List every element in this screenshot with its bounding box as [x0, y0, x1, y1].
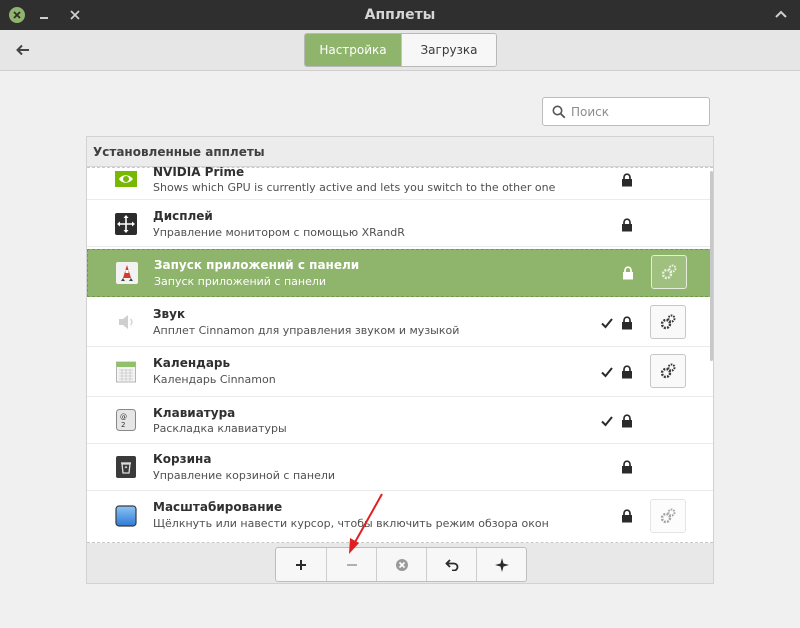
- window-title: Апплеты: [364, 7, 436, 23]
- tab-settings[interactable]: Настройка: [305, 34, 401, 66]
- sparkle-icon: [494, 557, 509, 572]
- tab-download[interactable]: Загрузка: [401, 34, 496, 66]
- speaker-icon: [115, 311, 137, 333]
- applet-description: Shows which GPU is currently active and …: [153, 181, 556, 194]
- checkmark-icon: [601, 318, 613, 329]
- lock-icon: [622, 509, 632, 523]
- lock-icon: [622, 460, 632, 474]
- applet-description: Управление корзиной с панели: [153, 469, 336, 482]
- list-header-label: Установленные апплеты: [93, 145, 265, 159]
- uninstall-applet-button[interactable]: [376, 548, 426, 581]
- restore-applets-button[interactable]: [426, 548, 476, 581]
- add-icon: [296, 559, 306, 570]
- display-icon: [115, 213, 137, 235]
- gear-icon: [660, 314, 676, 330]
- applet-name: Звук: [153, 307, 186, 321]
- back-button[interactable]: [12, 40, 34, 60]
- applet-row-trash[interactable]: Корзина Управление корзиной с панели: [87, 445, 713, 491]
- applet-row-scale[interactable]: Масштабирование Щёлкнуть или навести кур…: [87, 492, 713, 541]
- configure-button[interactable]: [651, 255, 687, 289]
- more-applets-button[interactable]: [476, 548, 526, 581]
- gear-icon: [660, 363, 676, 379]
- header-bar: Настройка Загрузка: [0, 30, 800, 71]
- nvidia-icon: [115, 168, 137, 190]
- applet-name: Запуск приложений с панели: [154, 258, 360, 272]
- list-header: Установленные апплеты: [87, 137, 713, 167]
- applet-description: Календарь Cinnamon: [153, 373, 276, 386]
- configure-button[interactable]: [650, 499, 686, 533]
- search-icon: [552, 105, 566, 119]
- applet-row-panel-launchers[interactable]: Запуск приложений с панели Запуск прилож…: [87, 249, 713, 297]
- applet-name: Корзина: [153, 452, 212, 466]
- scale-icon: [115, 505, 137, 527]
- remove-icon: [346, 563, 357, 566]
- applet-toolbar: [87, 543, 713, 583]
- chevron-up-icon: [775, 10, 787, 18]
- applet-description: Управление монитором с помощью XRandR: [153, 226, 405, 239]
- applet-description: Раскладка клавиатуры: [153, 422, 287, 435]
- close-circle-icon: [395, 558, 408, 571]
- applet-name: Календарь: [153, 356, 231, 370]
- applet-name: Дисплей: [153, 209, 213, 223]
- gear-icon: [660, 508, 676, 524]
- applet-list[interactable]: NVIDIA Prime Shows which GPU is currentl…: [87, 167, 713, 543]
- toolbar-button-group: [275, 547, 527, 582]
- lock-icon: [623, 266, 633, 280]
- checkmark-icon: [601, 416, 613, 427]
- undo-icon: [444, 558, 458, 571]
- trash-icon: [115, 456, 137, 478]
- applet-row-keyboard[interactable]: @2 Клавиатура Раскладка клавиатуры: [87, 398, 713, 444]
- applet-row-display[interactable]: Дисплей Управление монитором с помощью X…: [87, 201, 713, 247]
- checkmark-icon: [601, 367, 613, 378]
- keyboard-icon: @2: [115, 409, 137, 431]
- title-bar: Апплеты: [0, 0, 800, 30]
- lock-icon: [622, 365, 632, 379]
- arrow-left-icon: [16, 44, 29, 56]
- collapse-button[interactable]: [771, 5, 791, 25]
- configure-button[interactable]: [650, 354, 686, 388]
- lock-icon: [622, 218, 632, 232]
- search-box: [542, 97, 710, 126]
- applet-row-nvidia-prime[interactable]: NVIDIA Prime Shows which GPU is currentl…: [87, 167, 713, 200]
- applet-name: Клавиатура: [153, 406, 236, 420]
- gear-icon: [661, 264, 677, 280]
- scrollbar[interactable]: [710, 171, 713, 361]
- remove-applet-button[interactable]: [326, 548, 376, 581]
- lock-icon: [622, 173, 632, 187]
- applet-name: NVIDIA Prime: [153, 167, 245, 179]
- add-applet-button[interactable]: [276, 548, 326, 581]
- configure-button[interactable]: [650, 305, 686, 339]
- lock-icon: [622, 414, 632, 428]
- tab-switcher: Настройка Загрузка: [304, 33, 497, 67]
- launcher-icon: [116, 262, 138, 284]
- applet-description: Щёлкнуть или навести курсор, чтобы включ…: [153, 517, 549, 530]
- calendar-icon: [115, 361, 137, 383]
- svg-text:2: 2: [121, 421, 125, 429]
- search-input[interactable]: [571, 102, 703, 121]
- svg-text:@: @: [120, 413, 127, 421]
- applet-description: Запуск приложений с панели: [154, 275, 327, 288]
- applet-description: Апплет Cinnamon для управления звуком и …: [153, 324, 460, 337]
- applet-row-calendar[interactable]: Календарь Календарь Cinnamon: [87, 348, 713, 397]
- installed-applets-panel: Установленные апплеты NVIDIA Prime Shows…: [86, 136, 714, 584]
- applet-row-sound[interactable]: Звук Апплет Cinnamon для управления звук…: [87, 299, 713, 347]
- lock-icon: [622, 316, 632, 330]
- applet-name: Масштабирование: [153, 500, 283, 514]
